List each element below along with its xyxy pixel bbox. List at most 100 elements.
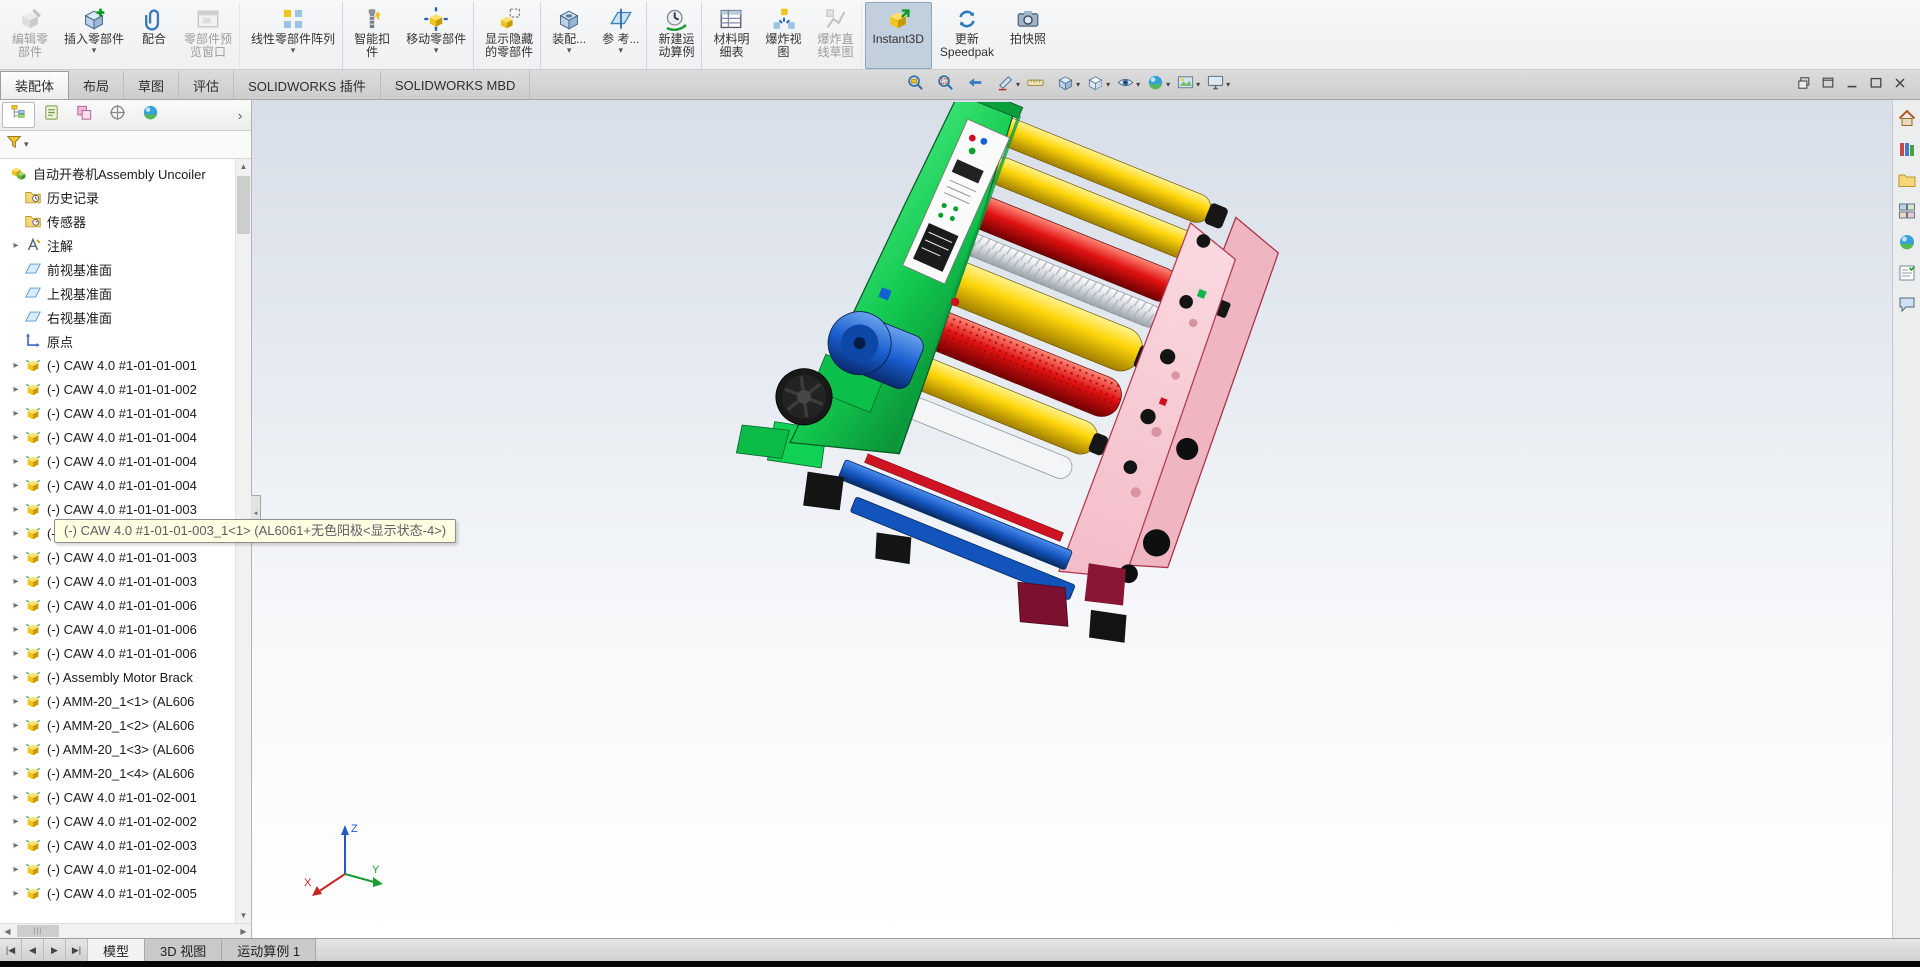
component-button[interactable]: ▸ (-) CAW 4.0 #1-01-01-006	[0, 593, 251, 617]
expand-arrow-icon[interactable]: ▸	[8, 648, 24, 659]
component-button[interactable]: ▸ (-) CAW 4.0 #1-01-01-006	[0, 617, 251, 641]
expand-arrow-icon[interactable]: ▸	[8, 624, 24, 635]
close-window-button[interactable]	[1892, 75, 1908, 91]
displaymanager-button[interactable]	[134, 102, 167, 128]
previous-view-button[interactable]: ▾	[965, 72, 991, 98]
command-tab[interactable]: 评估	[179, 71, 234, 99]
component-button[interactable]: ▸ (-) AMM-20_1<4> (AL606	[0, 761, 251, 785]
expand-arrow-icon[interactable]: ▸	[8, 840, 24, 851]
dropdown-caret-icon[interactable]: ▾	[567, 46, 572, 55]
scroll-right-icon[interactable]: ▶	[236, 924, 251, 938]
expand-arrow-icon[interactable]: ▸	[8, 768, 24, 779]
scrollbar-thumb[interactable]: |||	[17, 925, 59, 937]
expand-arrow-icon[interactable]: ▸	[8, 360, 24, 371]
plane-button[interactable]: ▸ 右视基准面	[0, 305, 251, 329]
exploded-view-button[interactable]: 爆炸视 图 ▾	[758, 2, 810, 69]
component-button[interactable]: ▸ (-) CAW 4.0 #1-01-02-005	[0, 881, 251, 905]
component-button[interactable]: ▸ (-) AMM-20_1<3> (AL606	[0, 737, 251, 761]
insert-component-button[interactable]: 插入零部件 ▾	[56, 2, 132, 69]
expand-arrow-icon[interactable]: ▸	[8, 792, 24, 803]
panel-expand-chevron-icon[interactable]: ›	[231, 104, 249, 126]
featuremanager-tree-button[interactable]	[2, 102, 35, 128]
dropdown-caret-icon[interactable]: ▾	[92, 46, 97, 55]
dropdown-caret-icon[interactable]: ▾	[1196, 80, 1200, 89]
prev-tab-button[interactable]: ◀	[22, 939, 44, 961]
smart-fasteners-button[interactable]: 智能扣 件 ▾	[346, 2, 398, 69]
hide-show-items-button[interactable]: ▾	[1115, 72, 1141, 98]
origin-button[interactable]: ▸ 原点	[0, 329, 251, 353]
component-button[interactable]: ▸ (-) CAW 4.0 #1-01-01-003	[0, 497, 251, 521]
propertymanager-button[interactable]	[35, 102, 68, 128]
scroll-up-icon[interactable]: ▲	[236, 159, 251, 174]
scrollbar-thumb[interactable]	[237, 176, 250, 234]
component-button[interactable]: ▸ (-) CAW 4.0 #1-01-01-004	[0, 473, 251, 497]
scroll-down-icon[interactable]: ▼	[236, 908, 251, 923]
command-tab[interactable]: SOLIDWORKS 插件	[234, 71, 381, 99]
minimize-window-button[interactable]	[1844, 75, 1860, 91]
component-button[interactable]: ▸ (-) CAW 4.0 #1-01-02-001	[0, 785, 251, 809]
component-button[interactable]: ▸ (-) CAW 4.0 #1-01-01-001	[0, 353, 251, 377]
move-component-button[interactable]: 移动零部件 ▾	[398, 2, 474, 69]
motion-study-button[interactable]: 新建运 动算例 ▾	[650, 2, 702, 69]
dropdown-caret-icon[interactable]: ▾	[1166, 80, 1170, 89]
plane-button[interactable]: ▸ 前视基准面	[0, 257, 251, 281]
maximize-window-button[interactable]	[1868, 75, 1884, 91]
document-tab[interactable]: 模型	[88, 939, 145, 961]
cascade-window-button[interactable]	[1796, 75, 1812, 91]
zoom-fit-button[interactable]: ▾	[905, 72, 931, 98]
expand-arrow-icon[interactable]: ▸	[8, 528, 24, 539]
expand-arrow-icon[interactable]: ▸	[8, 552, 24, 563]
command-tab[interactable]: 草图	[124, 71, 179, 99]
expand-arrow-icon[interactable]: ▸	[8, 696, 24, 707]
dropdown-caret-icon[interactable]: ▾	[1136, 80, 1140, 89]
last-tab-button[interactable]: ▶|	[66, 939, 88, 961]
expand-arrow-icon[interactable]: ▸	[8, 408, 24, 419]
dropdown-caret-icon[interactable]: ▾	[1016, 80, 1020, 89]
command-tab[interactable]: 装配体	[0, 71, 69, 99]
next-tab-button[interactable]: ▶	[44, 939, 66, 961]
file-explorer-button[interactable]	[1896, 171, 1918, 193]
component-preview-button[interactable]: 零部件预 览窗口 ▾	[176, 2, 240, 69]
component-button[interactable]: ▸ (-) CAW 4.0 #1-01-02-004	[0, 857, 251, 881]
dropdown-caret-icon[interactable]: ▾	[619, 46, 624, 55]
tree-root-item[interactable]: 自动开卷机Assembly Uncoiler	[0, 161, 251, 185]
annotations-button[interactable]: ▸ 注解	[0, 233, 251, 257]
expand-arrow-icon[interactable]: ▸	[8, 456, 24, 467]
expand-arrow-icon[interactable]: ▸	[8, 384, 24, 395]
component-button[interactable]: ▸ (-) CAW 4.0 #1-01-01-004	[0, 401, 251, 425]
display-style-button[interactable]: ▾	[1085, 72, 1111, 98]
component-button[interactable]: ▸ (-) CAW 4.0 #1-01-01-003	[0, 545, 251, 569]
dropdown-caret-icon[interactable]: ▾	[1076, 80, 1080, 89]
component-button[interactable]: ▸ (-) AMM-20_1<1> (AL606	[0, 689, 251, 713]
component-button[interactable]: ▸ (-) CAW 4.0 #1-01-02-002	[0, 809, 251, 833]
filter-funnel-icon[interactable]	[5, 133, 23, 156]
dropdown-caret-icon[interactable]: ▾	[434, 46, 439, 55]
dropdown-caret-icon[interactable]: ▾	[1106, 80, 1110, 89]
update-speedpak-button[interactable]: 更新 Speedpak ▾	[932, 2, 1002, 69]
dropdown-caret-icon[interactable]: ▾	[1226, 80, 1230, 89]
dimxpertmanager-button[interactable]	[101, 102, 134, 128]
expand-arrow-icon[interactable]: ▸	[8, 432, 24, 443]
document-tab[interactable]: 3D 视图	[145, 939, 222, 961]
instant3d-button[interactable]: Instant3D ▾	[865, 2, 932, 69]
component-button[interactable]: ▸ (-) CAW 4.0 #1-01-02-003	[0, 833, 251, 857]
expand-arrow-icon[interactable]: ▸	[8, 576, 24, 587]
show-hidden-button[interactable]: 显示隐藏 的零部件 ▾	[477, 2, 541, 69]
command-tab[interactable]: SOLIDWORKS MBD	[381, 71, 531, 99]
expand-arrow-icon[interactable]: ▸	[8, 672, 24, 683]
expand-arrow-icon[interactable]: ▸	[8, 504, 24, 515]
command-tab[interactable]: 布局	[69, 71, 124, 99]
explode-line-sketch-button[interactable]: 爆炸直 线草图 ▾	[810, 2, 862, 69]
take-snapshot-button[interactable]: 拍快照 ▾	[1002, 2, 1054, 69]
section-view-button[interactable]: ▾	[995, 72, 1021, 98]
graphics-viewport[interactable]: Z X Y	[252, 100, 1892, 939]
mate-button[interactable]: 配合 ▾	[132, 2, 176, 69]
expand-arrow-icon[interactable]: ▸	[8, 600, 24, 611]
assembly-3d-model[interactable]	[697, 102, 1377, 742]
expand-arrow-icon[interactable]: ▸	[8, 240, 24, 251]
appearances-scenes-button[interactable]	[1896, 233, 1918, 255]
restore-window-button[interactable]	[1820, 75, 1836, 91]
scroll-left-icon[interactable]: ◀	[0, 924, 15, 938]
solidworks-resources-button[interactable]	[1896, 109, 1918, 131]
design-library-button[interactable]	[1896, 140, 1918, 162]
